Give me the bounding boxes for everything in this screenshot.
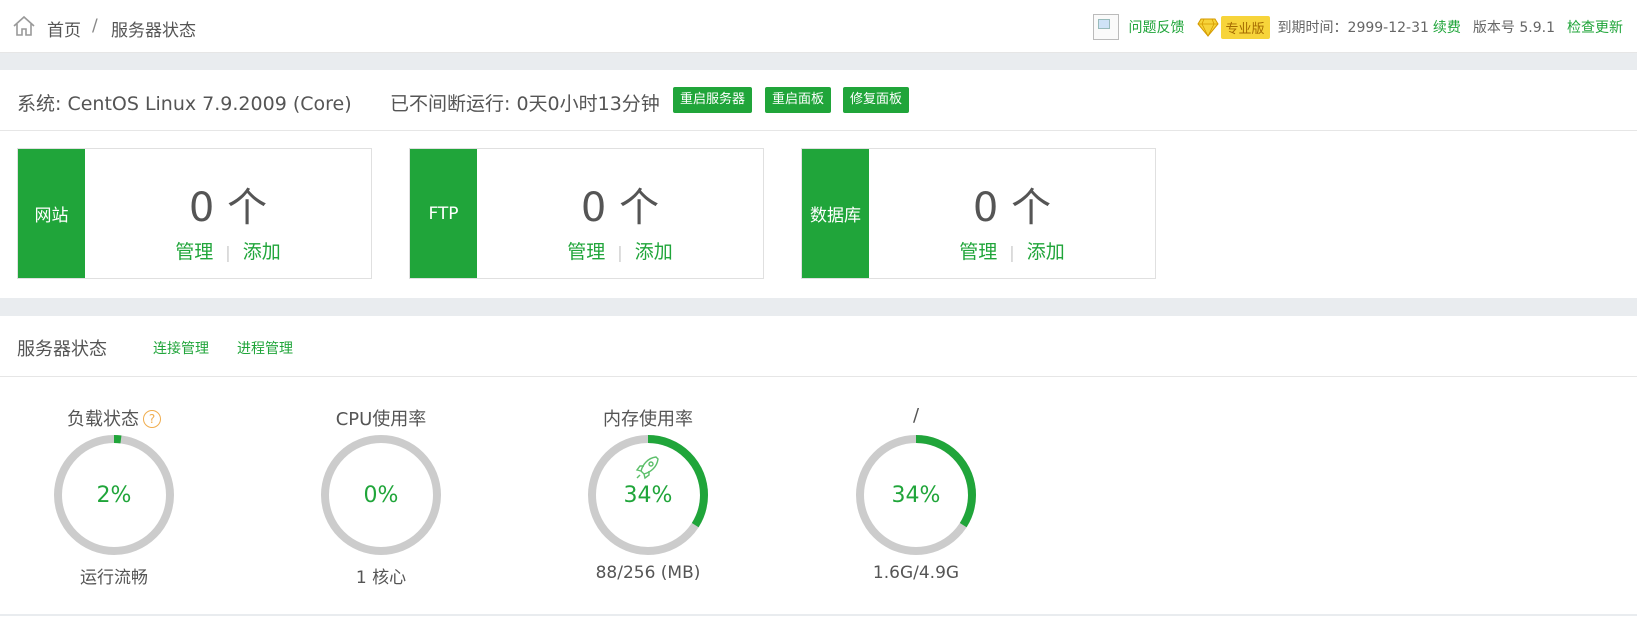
restart-server-button[interactable]: 重启服务器 (673, 87, 753, 113)
memory-usage: 88/256 (MB) (595, 563, 701, 583)
qrcode-image[interactable] (1092, 14, 1119, 40)
memory-gauge-label: 内存使用率 (603, 409, 693, 430)
database-card-label: 数据库 (802, 149, 869, 278)
disk-gauge[interactable]: / 34% 1.6G/4.9G (846, 405, 986, 583)
link-divider: | (617, 243, 623, 262)
ftp-card-label: FTP (410, 149, 477, 278)
top-bar: 首页 / 服务器状态 问题反馈 专业版 到期时间：2999-12-31 续费 版… (0, 0, 1637, 53)
link-divider: | (1009, 243, 1015, 262)
load-gauge[interactable]: 负载状态? 2% 运行流畅 (44, 405, 184, 588)
ftp-card: FTP 0 个 管理 | 添加 (409, 148, 764, 279)
site-card: 网站 0 个 管理 | 添加 (17, 148, 372, 279)
check-update-link[interactable]: 检查更新 (1567, 17, 1623, 37)
version-label: 版本号 5.9.1 (1472, 20, 1555, 36)
top-right-info: 问题反馈 专业版 到期时间：2999-12-31 续费 版本号 5.9.1 检查… (1092, 14, 1623, 40)
database-add-link[interactable]: 添加 (1027, 241, 1065, 263)
disk-gauge-label: / (912, 405, 920, 426)
memory-gauge[interactable]: 内存使用率 34% 88/256 (MB) (578, 405, 718, 583)
cpu-gauge[interactable]: CPU使用率 0% 1 核心 (311, 405, 451, 588)
expire-label: 到期时间：2999-12-31 (1277, 20, 1429, 36)
cpu-value: 0% (363, 483, 399, 508)
pro-badge-label: 专业版 (1220, 15, 1270, 39)
load-value: 2% (96, 483, 132, 508)
system-info-row: 系统: CentOS Linux 7.9.2009 (Core) 已不间断运行:… (0, 70, 1637, 131)
server-status-header: 服务器状态 连接管理 进程管理 (0, 316, 1637, 377)
repair-panel-button[interactable]: 修复面板 (843, 87, 910, 113)
site-count: 0 个 (188, 185, 268, 231)
breadcrumb-current: 服务器状态 (111, 21, 196, 41)
load-status: 运行流畅 (80, 568, 148, 588)
home-icon[interactable] (12, 14, 36, 38)
site-add-link[interactable]: 添加 (243, 241, 281, 263)
disk-usage: 1.6G/4.9G (872, 563, 960, 583)
breadcrumb-separator: / (92, 16, 98, 36)
uptime-info: 已不间断运行: 0天0小时13分钟 (390, 93, 660, 115)
database-count: 0 个 (972, 185, 1052, 231)
separator-band (0, 298, 1637, 316)
server-status-title: 服务器状态 (17, 339, 107, 360)
disk-value: 34% (891, 483, 941, 508)
process-manage-link[interactable]: 进程管理 (237, 338, 293, 358)
database-manage-link[interactable]: 管理 (959, 241, 997, 263)
bottom-divider (0, 614, 1637, 616)
renew-link[interactable]: 续费 (1433, 17, 1461, 37)
ftp-count: 0 个 (580, 185, 660, 231)
rocket-icon[interactable] (635, 456, 659, 480)
connection-manage-link[interactable]: 连接管理 (153, 338, 209, 358)
pro-badge: 专业版 (1196, 15, 1270, 39)
cpu-gauge-label: CPU使用率 (335, 409, 427, 430)
ftp-manage-link[interactable]: 管理 (567, 241, 605, 263)
cpu-cores: 1 核心 (355, 568, 407, 588)
os-info: 系统: CentOS Linux 7.9.2009 (Core) (17, 93, 352, 115)
site-card-label: 网站 (18, 149, 85, 278)
restart-panel-button[interactable]: 重启面板 (765, 87, 832, 113)
load-gauge-label: 负载状态 (67, 409, 139, 430)
database-card: 数据库 0 个 管理 | 添加 (801, 148, 1156, 279)
site-manage-link[interactable]: 管理 (175, 241, 213, 263)
separator-band (0, 53, 1637, 70)
help-icon[interactable]: ? (143, 410, 161, 428)
diamond-icon (1196, 18, 1219, 37)
link-divider: | (225, 243, 231, 262)
breadcrumb-home[interactable]: 首页 (47, 16, 81, 41)
feedback-link[interactable]: 问题反馈 (1129, 17, 1185, 37)
memory-value: 34% (623, 483, 673, 508)
ftp-add-link[interactable]: 添加 (635, 241, 673, 263)
